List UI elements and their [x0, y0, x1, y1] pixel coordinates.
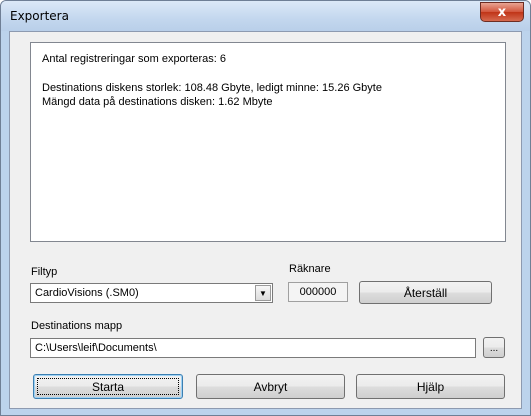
export-dialog: Exportera x Antal registreringar som exp…	[0, 0, 531, 416]
close-button[interactable]: x	[480, 2, 524, 22]
destination-label: Destinations mapp	[31, 320, 123, 332]
close-icon: x	[497, 4, 507, 20]
chevron-down-icon[interactable]: ▼	[255, 285, 271, 301]
browse-button-label: ...	[489, 343, 499, 354]
title-bar[interactable]: Exportera x	[1, 1, 530, 31]
help-button-label: Hjälp	[416, 379, 445, 394]
destination-folder-value: C:\Users\leif\Documents\	[35, 342, 157, 354]
browse-button[interactable]: ...	[483, 337, 505, 358]
filetype-select[interactable]: CardioVisions (.SM0) ▼	[30, 283, 273, 303]
window-title: Exportera	[10, 9, 69, 23]
start-button[interactable]: Starta	[33, 374, 183, 399]
cancel-button[interactable]: Avbryt	[196, 374, 345, 399]
disk-size-text: Destinations diskens storlek: 108.48 Gby…	[42, 82, 382, 94]
info-panel: Antal registreringar som exporteras: 6 D…	[30, 42, 506, 242]
counter-value: 000000	[288, 282, 348, 302]
counter-label: Räknare	[289, 263, 331, 275]
reset-button[interactable]: Återställ	[359, 281, 492, 304]
cancel-button-label: Avbryt	[253, 379, 288, 394]
help-button[interactable]: Hjälp	[356, 374, 505, 399]
record-count-text: Antal registreringar som exporteras: 6	[42, 53, 227, 65]
reset-button-label: Återställ	[403, 285, 448, 300]
destination-folder-input[interactable]: C:\Users\leif\Documents\	[30, 338, 476, 358]
data-amount-text: Mängd data på destinations disken: 1.62 …	[42, 96, 273, 108]
filetype-selected-value: CardioVisions (.SM0)	[35, 287, 139, 299]
dialog-body: Antal registreringar som exporteras: 6 D…	[9, 31, 522, 409]
filetype-label: Filtyp	[31, 266, 58, 278]
focus-rectangle	[37, 378, 179, 395]
